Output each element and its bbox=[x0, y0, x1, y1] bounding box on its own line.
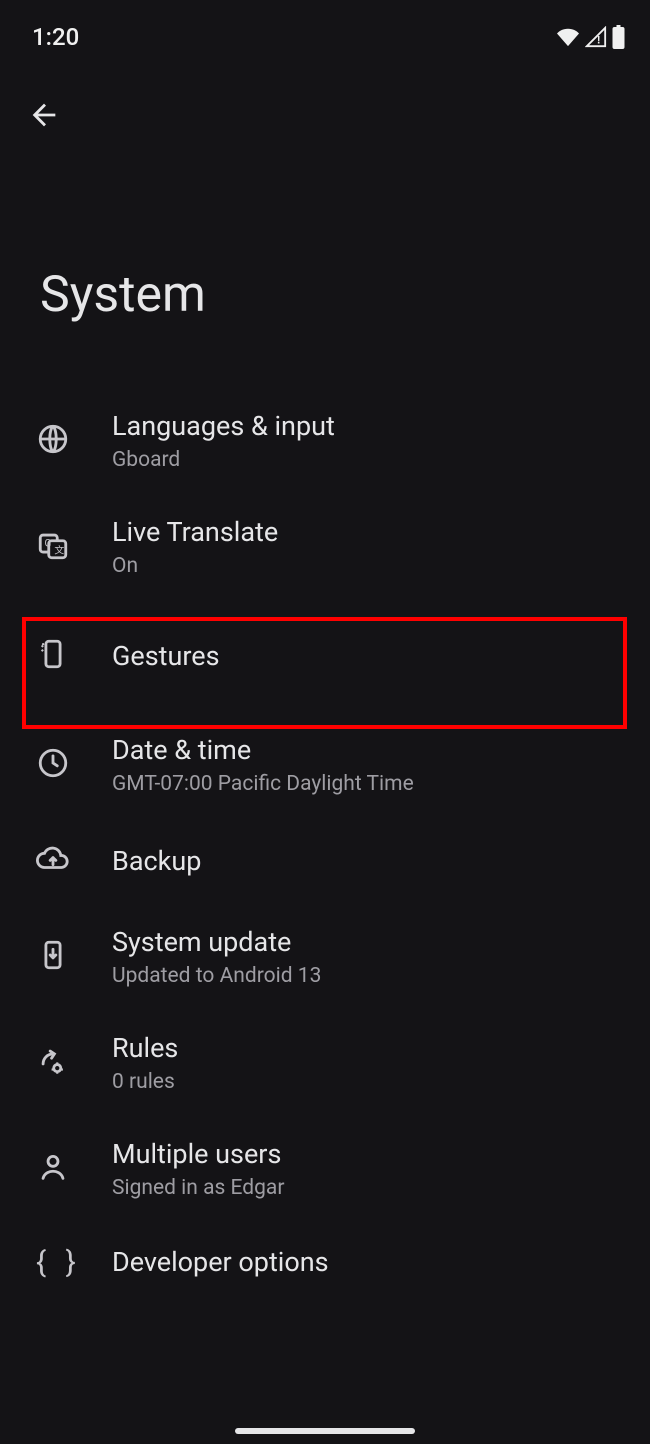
wifi-icon bbox=[555, 26, 581, 48]
status-bar: 1:20 ! bbox=[0, 0, 650, 56]
cloud-upload-icon bbox=[36, 842, 70, 880]
settings-item-live-translate[interactable]: G文 Live Translate On bbox=[0, 494, 650, 600]
item-title: Live Translate bbox=[112, 516, 630, 548]
settings-item-date-time[interactable]: Date & time GMT-07:00 Pacific Daylight T… bbox=[0, 712, 650, 818]
system-update-icon bbox=[36, 938, 70, 976]
globe-icon bbox=[36, 422, 70, 460]
back-arrow-icon bbox=[27, 98, 61, 135]
settings-item-languages-input[interactable]: Languages & input Gboard bbox=[0, 388, 650, 494]
status-time: 1:20 bbox=[32, 23, 79, 51]
item-title: Developer options bbox=[112, 1246, 630, 1278]
item-subtitle: Signed in as Edgar bbox=[112, 1176, 630, 1200]
item-subtitle: GMT-07:00 Pacific Daylight Time bbox=[112, 772, 630, 796]
status-icons: ! bbox=[555, 25, 626, 49]
settings-item-system-update[interactable]: System update Updated to Android 13 bbox=[0, 904, 650, 1010]
settings-item-rules[interactable]: Rules 0 rules bbox=[0, 1010, 650, 1116]
battery-icon bbox=[611, 25, 626, 49]
item-title: Gestures bbox=[112, 640, 630, 672]
item-title: Backup bbox=[112, 845, 630, 877]
translate-icon: G文 bbox=[36, 528, 70, 566]
item-subtitle: Updated to Android 13 bbox=[112, 964, 630, 988]
nav-handle[interactable] bbox=[235, 1428, 415, 1434]
item-title: Rules bbox=[112, 1032, 630, 1064]
app-bar bbox=[0, 56, 650, 146]
svg-text:G: G bbox=[45, 538, 52, 549]
svg-text:!: ! bbox=[597, 34, 601, 46]
item-title: Languages & input bbox=[112, 410, 630, 442]
settings-item-gestures[interactable]: Gestures bbox=[0, 600, 650, 712]
rules-icon bbox=[36, 1044, 70, 1082]
item-subtitle: On bbox=[112, 554, 630, 578]
gesture-phone-icon bbox=[36, 637, 70, 675]
item-title: Multiple users bbox=[112, 1138, 630, 1170]
person-icon bbox=[36, 1150, 70, 1188]
braces-icon: { } bbox=[36, 1245, 82, 1280]
item-title: Date & time bbox=[112, 734, 630, 766]
item-subtitle: 0 rules bbox=[112, 1070, 630, 1094]
settings-item-multiple-users[interactable]: Multiple users Signed in as Edgar bbox=[0, 1116, 650, 1222]
settings-list: Languages & input Gboard G文 Live Transla… bbox=[0, 388, 650, 1302]
clock-icon bbox=[36, 746, 70, 784]
settings-item-developer-options[interactable]: { } Developer options bbox=[0, 1222, 650, 1302]
back-button[interactable] bbox=[20, 92, 68, 140]
svg-text:文: 文 bbox=[54, 544, 64, 557]
item-title: System update bbox=[112, 926, 630, 958]
cell-signal-icon: ! bbox=[585, 26, 607, 48]
item-subtitle: Gboard bbox=[112, 448, 630, 472]
settings-item-backup[interactable]: Backup bbox=[0, 818, 650, 904]
page-title: System bbox=[0, 146, 650, 388]
